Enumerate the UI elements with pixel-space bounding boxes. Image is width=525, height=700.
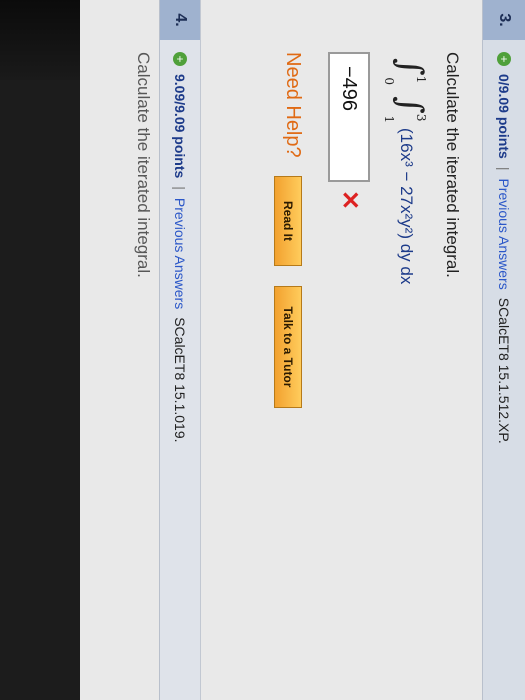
previous-answers-link[interactable]: Previous Answers: [496, 178, 512, 289]
answer-input[interactable]: −496: [328, 52, 370, 182]
integrand: (16x³ − 27x²y²) dy dx: [397, 128, 416, 285]
source-label: SCalcET8 15.1.019.: [172, 317, 188, 443]
separator: |: [172, 186, 188, 190]
question-number: 4.: [160, 0, 200, 40]
question-4-prompt: Calculate the iterated integral.: [134, 52, 153, 278]
source-label: SCalcET8 15.1.512.XP.: [496, 297, 512, 444]
integral-expression: ∫10 ∫31: [382, 58, 430, 129]
inner-upper-limit: 3: [414, 113, 428, 122]
inner-lower-limit: 1: [382, 115, 396, 124]
question-prompt: Calculate the iterated integral.: [443, 52, 462, 278]
question-number: 3.: [483, 0, 525, 40]
separator: |: [496, 166, 512, 171]
plus-icon[interactable]: +: [173, 52, 187, 66]
question-3-body: Calculate the iterated integral. ∫10 ∫31…: [202, 0, 482, 700]
points-label: 0/9.09 points: [496, 74, 512, 159]
talk-to-tutor-button[interactable]: Talk to a Tutor: [274, 286, 302, 408]
inner-integral-sign: ∫: [390, 96, 430, 114]
question-4-header: 4. + 9.09/9.09 points | Previous Answers…: [159, 0, 201, 700]
question-3-header: 3. + 0/9.09 points | Previous Answers SC…: [482, 0, 525, 700]
plus-icon[interactable]: +: [497, 52, 511, 66]
previous-answers-link[interactable]: Previous Answers: [172, 198, 188, 309]
need-help-label: Need Help?: [282, 52, 304, 158]
points-label: 9.09/9.09 points: [172, 74, 188, 179]
outer-integral-sign: ∫: [390, 58, 430, 76]
outer-upper-limit: 1: [414, 75, 428, 84]
x-icon: ✕: [336, 190, 363, 211]
outer-lower-limit: 0: [382, 77, 396, 85]
read-it-button[interactable]: Read It: [274, 176, 302, 266]
browser-screen: 3. + 0/9.09 points | Previous Answers SC…: [80, 0, 525, 700]
